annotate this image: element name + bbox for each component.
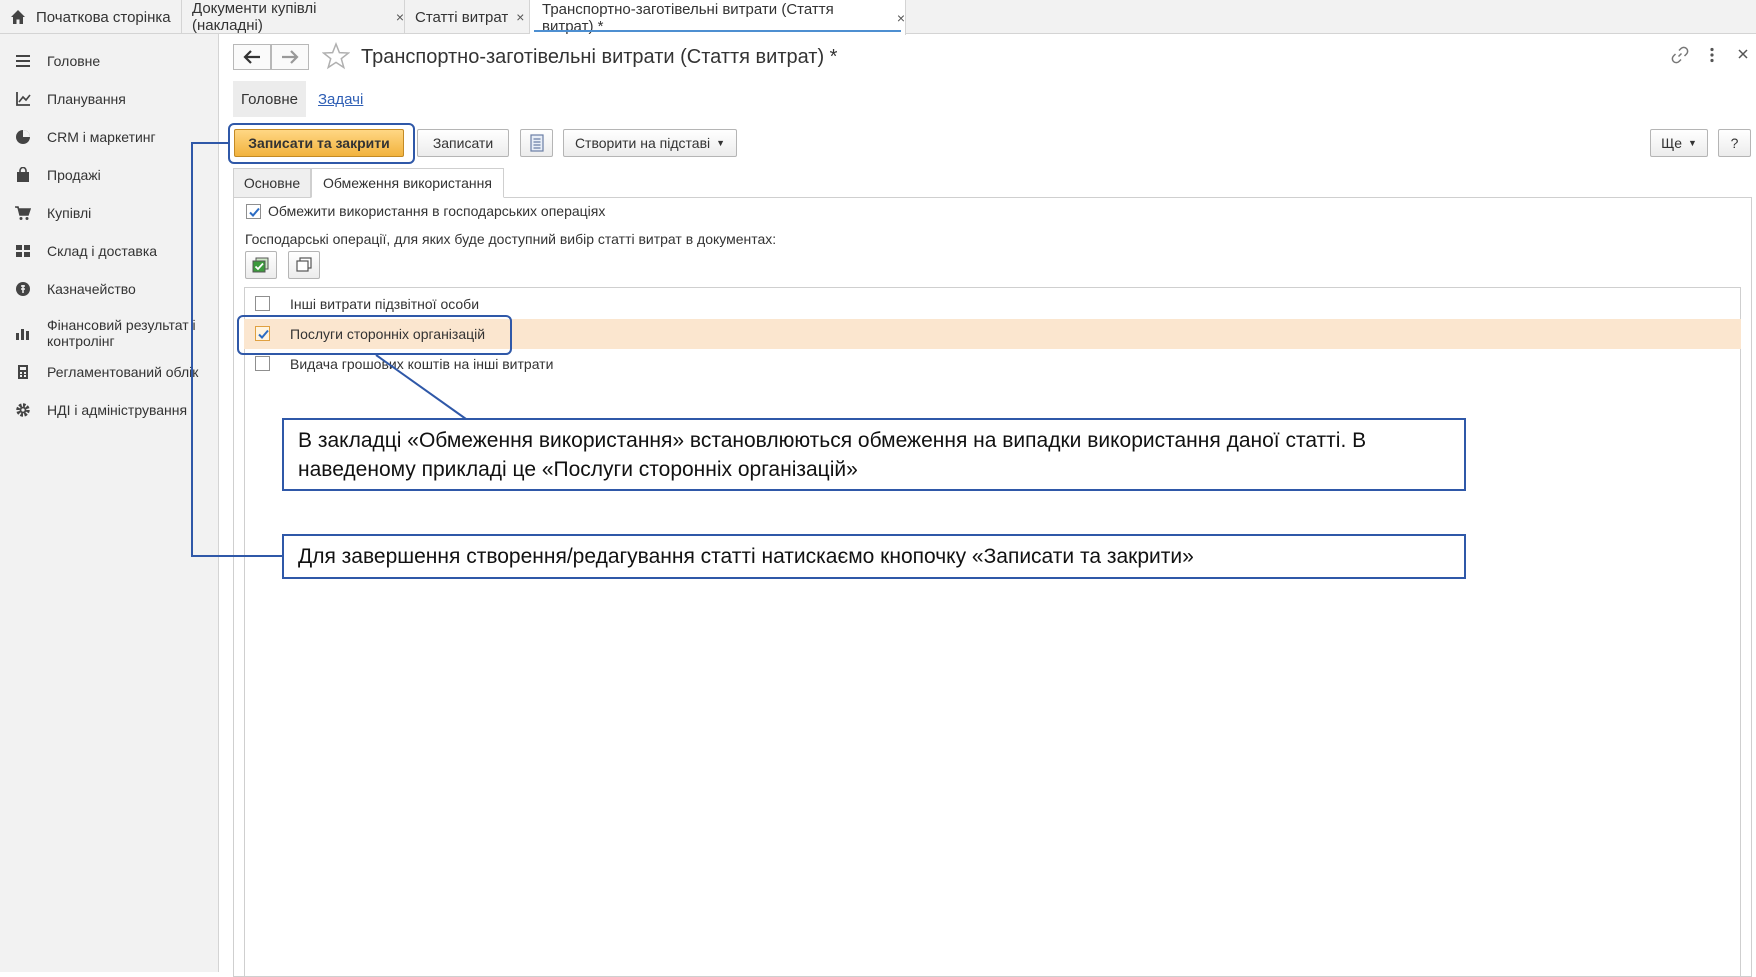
sidebar: Головне Планування CRM і маркетинг Прода…: [0, 34, 219, 972]
arrow-right-icon: [282, 50, 299, 64]
tab-label: Документи купівлі (накладні): [192, 0, 317, 34]
more-vertical-icon[interactable]: [1706, 46, 1718, 64]
more-label: Ще: [1661, 135, 1682, 151]
tab-label: Статті витрат: [415, 8, 509, 26]
star-icon[interactable]: [322, 42, 350, 70]
sidebar-item-finance[interactable]: Фінансовий результат і контролінг: [0, 310, 219, 356]
shopping-bag-icon: [14, 166, 32, 184]
back-button[interactable]: [233, 44, 271, 70]
sidebar-item-label: НДІ і адміністрування: [47, 402, 188, 418]
arrow-left-icon: [243, 50, 260, 64]
sidebar-item-label: Головне: [47, 53, 101, 69]
help-button[interactable]: ?: [1718, 129, 1751, 157]
sidebar-item-crm[interactable]: CRM і маркетинг: [0, 120, 219, 154]
sidebar-item-admin[interactable]: НДІ і адміністрування: [0, 393, 219, 427]
menu-lines-icon: [14, 52, 32, 70]
chevron-down-icon: ▼: [1688, 138, 1697, 148]
uncheck-all-button[interactable]: [288, 251, 320, 279]
tab-home[interactable]: Початкова сторінка: [0, 0, 182, 34]
close-icon[interactable]: [1737, 48, 1749, 60]
tab-label: Транспортно-заготівельні витрати (Стаття…: [542, 0, 834, 35]
report-button[interactable]: [520, 129, 553, 157]
restrict-usage-label: Обмежити використання в господарських оп…: [268, 203, 606, 219]
restriction-callout: В закладці «Обмеження використання» вста…: [282, 418, 1466, 491]
close-icon[interactable]: ×: [516, 9, 524, 25]
link-icon[interactable]: [1671, 46, 1689, 64]
operations-list: [244, 287, 1741, 977]
cart-icon: [14, 204, 32, 222]
sidebar-item-label: Склад і доставка: [47, 243, 158, 259]
tab-transport-expenses[interactable]: Транспортно-заготівельні витрати (Стаття…: [530, 0, 906, 35]
page-title: Транспортно-заготівельні витрати (Стаття…: [361, 46, 838, 68]
operation-label: Видача грошових коштів на інші витрати: [290, 356, 554, 372]
check-all-button[interactable]: [245, 251, 277, 279]
restrict-usage-checkbox[interactable]: [246, 204, 261, 219]
sidebar-item-treasury[interactable]: Казначейство: [0, 272, 219, 306]
subnav-home[interactable]: Головне: [233, 81, 306, 117]
operation-label: Інші витрати підзвітної особи: [290, 296, 480, 312]
grid-icon: [14, 242, 32, 260]
forward-button[interactable]: [271, 44, 309, 70]
sidebar-item-main[interactable]: Головне: [0, 44, 219, 78]
tab-expense-items[interactable]: Статті витрат ×: [405, 0, 530, 34]
gear-icon: [14, 401, 32, 419]
sidebar-item-label: Купівлі: [47, 205, 92, 221]
operations-caption: Господарські операції, для яких буде дос…: [245, 231, 777, 247]
operation-checkbox[interactable]: [255, 356, 270, 371]
tabs-bar: Початкова сторінка Документи купівлі (на…: [0, 0, 1756, 35]
sidebar-item-purchases[interactable]: Купівлі: [0, 196, 219, 230]
sidebar-item-label: CRM і маркетинг: [47, 129, 156, 145]
sidebar-item-label: Продажі: [47, 167, 101, 183]
tab-purchase-documents[interactable]: Документи купівлі (накладні) ×: [182, 0, 405, 34]
save-button[interactable]: Записати: [417, 129, 509, 157]
sidebar-item-warehouse[interactable]: Склад і доставка: [0, 234, 219, 268]
selected-operation-highlight: [237, 315, 512, 355]
sidebar-item-planning[interactable]: Планування: [0, 82, 219, 116]
save-close-highlight: [228, 123, 415, 164]
pie-chart-icon: [14, 128, 32, 146]
chevron-down-icon: ▼: [716, 138, 726, 148]
tab-usage-restriction[interactable]: Обмеження використання: [311, 168, 504, 198]
sidebar-item-sales[interactable]: Продажі: [0, 158, 219, 192]
close-icon[interactable]: ×: [897, 10, 905, 26]
calculator-icon: [14, 363, 32, 381]
document-list-icon: [529, 134, 544, 152]
uncheck-all-icon: [296, 257, 312, 272]
tab-label: Початкова сторінка: [36, 8, 171, 26]
bar-chart-icon: [14, 324, 32, 342]
more-dropdown[interactable]: Ще ▼: [1650, 129, 1708, 157]
chart-axes-icon: [14, 90, 32, 108]
checkmark-icon: [249, 207, 260, 217]
sidebar-item-label: Казначейство: [47, 281, 136, 297]
sidebar-item-regulated-accounting[interactable]: Регламентований облік: [0, 355, 219, 389]
operation-checkbox[interactable]: [255, 296, 270, 311]
finish-callout: Для завершення створення/редагування ста…: [282, 534, 1466, 579]
coin-icon: [14, 280, 32, 298]
create-based-on-dropdown[interactable]: Створити на підставі ▼: [563, 129, 737, 157]
sidebar-item-label: Регламентований облік: [47, 364, 199, 380]
subnav-tasks-link[interactable]: Задачі: [318, 91, 363, 108]
sidebar-item-label: Планування: [47, 91, 126, 107]
tab-basic[interactable]: Основне: [233, 168, 311, 198]
check-all-icon: [252, 257, 269, 273]
create-based-on-label: Створити на підставі: [574, 135, 711, 151]
close-icon[interactable]: ×: [396, 9, 404, 25]
sidebar-item-label: Фінансовий результат і контролінг: [47, 317, 196, 349]
home-icon: [11, 10, 25, 24]
